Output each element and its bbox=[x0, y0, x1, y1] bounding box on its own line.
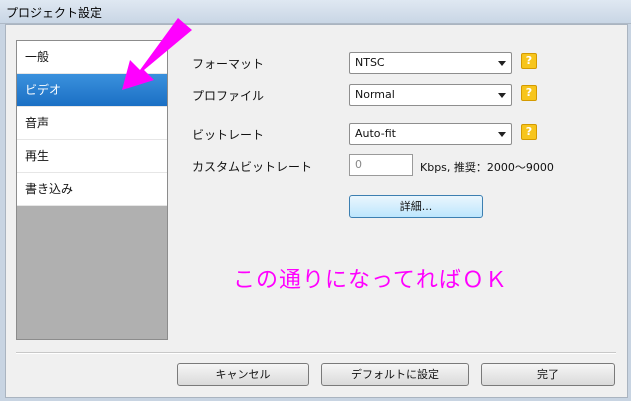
profile-select[interactable]: Normal bbox=[349, 84, 512, 106]
bitrate-label: ビットレート bbox=[192, 128, 265, 142]
custom-bitrate-label: カスタムビットレート bbox=[192, 160, 313, 174]
format-help-icon[interactable]: ? bbox=[521, 53, 537, 69]
profile-label: プロファイル bbox=[192, 89, 265, 103]
bitrate-select[interactable]: Auto-fit bbox=[349, 123, 512, 145]
format-select[interactable]: NTSC bbox=[349, 52, 512, 74]
custom-bitrate-hint: Kbps, 推奨：2000～9000 bbox=[420, 161, 554, 174]
cancel-button[interactable]: キャンセル bbox=[177, 363, 309, 386]
annotation-text: この通りになってればＯＫ bbox=[233, 268, 508, 293]
sidebar-item-playback[interactable]: 再生 bbox=[17, 140, 167, 173]
done-button[interactable]: 完了 bbox=[481, 363, 615, 386]
chevron-down-icon bbox=[498, 61, 506, 66]
set-default-button[interactable]: デフォルトに設定 bbox=[321, 363, 469, 386]
format-label: フォーマット bbox=[192, 57, 265, 71]
sidebar-item-audio[interactable]: 音声 bbox=[17, 107, 167, 140]
window-title: プロジェクト設定 bbox=[6, 6, 103, 20]
sidebar-item-label: 音声 bbox=[25, 116, 50, 130]
bitrate-value: Auto-fit bbox=[355, 127, 396, 140]
magenta-arrow-icon bbox=[110, 16, 200, 99]
title-bar: プロジェクト設定 bbox=[0, 0, 631, 24]
chevron-down-icon bbox=[498, 93, 506, 98]
sidebar-item-burn[interactable]: 書き込み bbox=[17, 173, 167, 206]
chevron-down-icon bbox=[498, 132, 506, 137]
format-value: NTSC bbox=[355, 56, 385, 69]
dialog-body: 一般 ビデオ 音声 再生 書き込み フォーマット NTSC ? プロファイル N… bbox=[5, 24, 628, 398]
detail-button[interactable]: 詳細... bbox=[349, 195, 483, 218]
bitrate-help-icon[interactable]: ? bbox=[521, 124, 537, 140]
sidebar-item-label: 再生 bbox=[25, 149, 50, 163]
sidebar-item-label: 一般 bbox=[25, 50, 50, 64]
sidebar-item-label: ビデオ bbox=[25, 83, 62, 97]
profile-value: Normal bbox=[355, 88, 395, 101]
profile-help-icon[interactable]: ? bbox=[521, 85, 537, 101]
custom-bitrate-input[interactable]: 0 bbox=[349, 154, 413, 176]
footer-divider bbox=[16, 352, 616, 354]
sidebar-item-label: 書き込み bbox=[25, 182, 74, 196]
